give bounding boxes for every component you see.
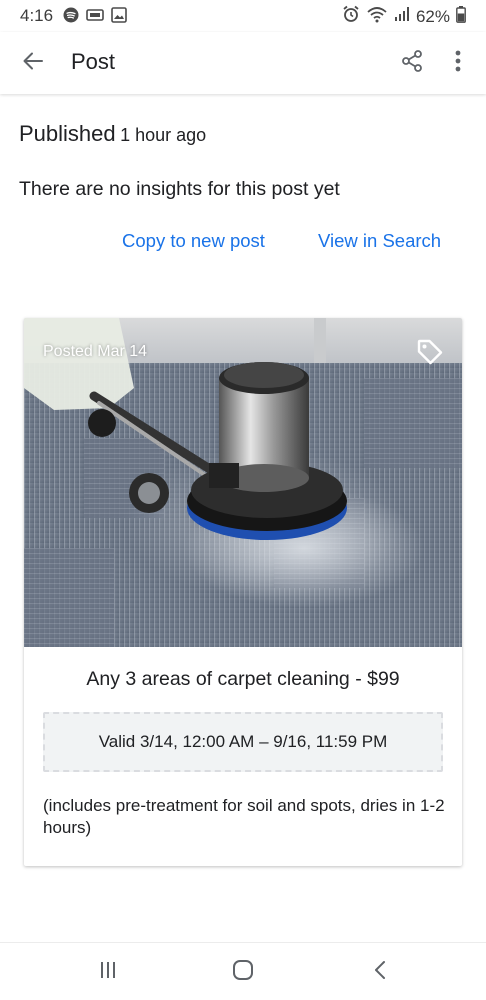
published-info: Published 1 hour ago	[19, 121, 206, 147]
system-nav-bar	[0, 942, 486, 1000]
app-bar: Post	[0, 32, 486, 94]
offer-description: (includes pre-treatment for soil and spo…	[43, 796, 445, 837]
signal-icon	[394, 6, 410, 27]
nav-back-icon	[373, 960, 387, 985]
post-card[interactable]: Posted Mar 14 Any 3 areas of carpet clea…	[24, 318, 462, 866]
carpet-cleaning-photo	[24, 318, 462, 647]
status-notification-icons	[63, 7, 127, 28]
cast-icon	[86, 8, 104, 27]
status-bar: 4:16 62%	[0, 0, 486, 32]
more-options-button[interactable]	[442, 47, 474, 79]
battery-icon	[456, 5, 466, 28]
status-system-icons: 62%	[342, 5, 466, 28]
copy-to-new-post-link[interactable]: Copy to new post	[122, 230, 265, 252]
recent-apps-icon	[98, 961, 118, 984]
tag-icon	[416, 338, 444, 366]
nav-back-button[interactable]	[365, 957, 395, 987]
back-arrow-icon	[22, 50, 44, 77]
spotify-icon	[63, 7, 79, 28]
posted-date: Posted Mar 14	[43, 343, 148, 360]
offer-validity: Valid 3/14, 12:00 AM – 9/16, 11:59 PM	[43, 712, 443, 772]
insights-message: There are no insights for this post yet	[19, 178, 340, 200]
share-icon	[400, 49, 424, 78]
recent-apps-button[interactable]	[93, 957, 123, 987]
back-button[interactable]	[16, 46, 50, 80]
view-in-search-link[interactable]: View in Search	[318, 230, 441, 252]
wifi-icon	[366, 5, 388, 28]
status-time: 4:16	[20, 6, 54, 25]
published-time: 1 hour ago	[120, 125, 207, 145]
offer-title: Any 3 areas of carpet cleaning - $99	[86, 668, 400, 690]
alarm-icon	[342, 5, 360, 28]
share-button[interactable]	[396, 47, 428, 79]
post-image: Posted Mar 14	[24, 318, 462, 647]
battery-percent: 62%	[415, 6, 450, 26]
gallery-icon	[111, 7, 127, 28]
home-button[interactable]	[228, 957, 258, 987]
more-vert-icon	[455, 50, 461, 77]
published-label: Published	[19, 121, 116, 146]
home-icon	[232, 959, 254, 986]
page-title: Post	[71, 49, 116, 74]
